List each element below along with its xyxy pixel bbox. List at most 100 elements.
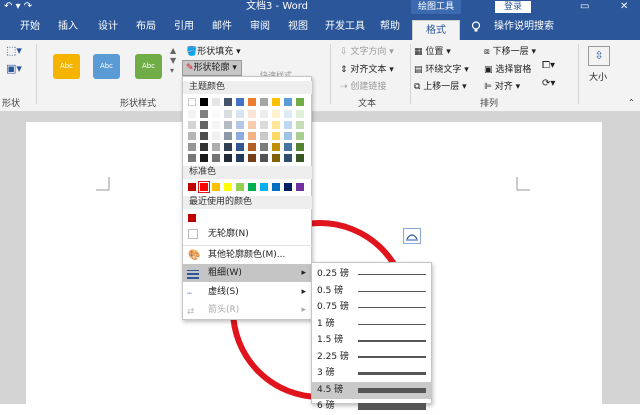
theme-color-swatch[interactable] [200, 143, 208, 151]
login-button[interactable]: 登录 [495, 1, 531, 13]
weight-option[interactable]: 1.5 磅 [312, 332, 432, 349]
shape-outline-button[interactable]: ✎形状轮廓 ▾ [182, 60, 242, 76]
wrap-text-button[interactable]: ▤ 环绕文字 ▾ [414, 62, 469, 75]
styles-scroll-icon[interactable]: ▲ ▼ ▾ [170, 46, 176, 76]
theme-color-swatch[interactable] [224, 121, 232, 129]
close-icon[interactable]: ✕ [620, 0, 628, 14]
tab-layout[interactable]: 布局 [130, 14, 162, 40]
theme-color-swatch[interactable] [296, 154, 304, 162]
weight-option[interactable]: 2.25 磅 [312, 349, 432, 366]
theme-color-swatch[interactable] [200, 132, 208, 140]
theme-color-swatch[interactable] [272, 143, 280, 151]
collapse-ribbon-icon[interactable]: ⌃ [628, 98, 635, 107]
standard-color-swatch[interactable] [198, 181, 210, 193]
standard-color-swatch[interactable] [248, 183, 256, 191]
arrows-item[interactable]: ⇄ 箭头(R) ▸ [183, 301, 312, 319]
tab-references[interactable]: 引用 [168, 14, 200, 40]
theme-color-swatch[interactable] [284, 154, 292, 162]
weight-option[interactable]: 1 磅 [312, 316, 432, 333]
quick-access-toolbar[interactable]: ↶ ▾ ↷ [4, 0, 32, 14]
theme-color-swatch[interactable] [248, 132, 256, 140]
weight-option[interactable]: 3 磅 [312, 365, 432, 382]
weight-option[interactable]: 4.5 磅 [312, 381, 432, 399]
textbox-icon[interactable]: ▣▾ [6, 62, 22, 75]
theme-color-swatch[interactable] [260, 132, 268, 140]
weight-option[interactable]: 6 磅 [312, 398, 432, 415]
theme-color-swatch[interactable] [248, 110, 256, 118]
group-icon[interactable]: ⧠▾ [542, 60, 555, 71]
theme-color-swatch[interactable] [296, 143, 304, 151]
tab-design[interactable]: 设计 [92, 14, 124, 40]
theme-color-swatch[interactable] [284, 132, 292, 140]
dashes-item[interactable]: ┅ 虚线(S) ▸ [183, 283, 312, 301]
theme-color-swatch[interactable] [200, 98, 208, 106]
tab-help[interactable]: 帮助 [374, 14, 406, 40]
size-button[interactable]: 大小 [589, 70, 607, 83]
theme-color-swatch[interactable] [236, 110, 244, 118]
standard-color-swatch[interactable] [188, 183, 196, 191]
tab-mailings[interactable]: 邮件 [206, 14, 238, 40]
theme-color-swatch[interactable] [188, 98, 196, 106]
tab-format[interactable]: 格式 [412, 20, 460, 40]
tab-home[interactable]: 开始 [14, 14, 46, 40]
theme-color-swatch[interactable] [296, 98, 304, 106]
theme-color-swatch[interactable] [188, 132, 196, 140]
theme-color-swatch[interactable] [272, 121, 280, 129]
more-colors-item[interactable]: 🎨 其他轮廓颜色(M)... [183, 245, 312, 263]
theme-color-swatch[interactable] [188, 143, 196, 151]
theme-color-swatch[interactable] [212, 132, 220, 140]
shape-style-blue[interactable]: Abc [93, 54, 120, 79]
shape-style-green[interactable]: Abc [135, 54, 162, 79]
theme-color-swatch[interactable] [248, 143, 256, 151]
theme-color-swatch[interactable] [200, 110, 208, 118]
weight-option[interactable]: 0.75 磅 [312, 299, 432, 316]
theme-color-swatch[interactable] [212, 98, 220, 106]
theme-color-swatch[interactable] [212, 121, 220, 129]
rotate-icon[interactable]: ⟳▾ [542, 78, 555, 89]
theme-color-swatch[interactable] [284, 121, 292, 129]
theme-color-swatch[interactable] [224, 98, 232, 106]
theme-color-swatch[interactable] [260, 110, 268, 118]
theme-color-swatch[interactable] [236, 154, 244, 162]
send-backward-button[interactable]: ⧈ 下移一层 ▾ [484, 44, 536, 57]
theme-color-swatch[interactable] [248, 121, 256, 129]
theme-color-swatch[interactable] [296, 132, 304, 140]
theme-color-swatch[interactable] [260, 143, 268, 151]
selection-pane-button[interactable]: ▣ 选择窗格 [484, 62, 531, 75]
edit-points-icon[interactable]: ⬚▾ [6, 44, 22, 57]
text-direction-button[interactable]: ⇩ 文字方向 ▾ [340, 44, 394, 57]
create-link-button[interactable]: ⇢ 创建链接 [340, 79, 386, 92]
theme-color-swatch[interactable] [212, 154, 220, 162]
theme-color-swatch[interactable] [260, 121, 268, 129]
standard-color-swatch[interactable] [296, 183, 304, 191]
theme-color-swatch[interactable] [212, 143, 220, 151]
theme-color-swatch[interactable] [272, 154, 280, 162]
theme-color-swatch[interactable] [188, 110, 196, 118]
bring-forward-button[interactable]: ⧉ 上移一层 ▾ [414, 79, 467, 92]
tab-review[interactable]: 审阅 [244, 14, 276, 40]
theme-color-swatch[interactable] [284, 98, 292, 106]
theme-color-swatch[interactable] [200, 154, 208, 162]
theme-color-swatch[interactable] [200, 121, 208, 129]
tab-insert[interactable]: 插入 [52, 14, 84, 40]
position-button[interactable]: ▦ 位置 ▾ [414, 44, 451, 57]
theme-color-swatch[interactable] [236, 143, 244, 151]
theme-color-swatch[interactable] [296, 110, 304, 118]
shape-fill-button[interactable]: 🪣形状填充 ▾ [186, 44, 241, 57]
theme-color-swatch[interactable] [236, 121, 244, 129]
weight-item[interactable]: 粗细(W) ▸ [183, 264, 312, 282]
theme-color-swatch[interactable] [188, 154, 196, 162]
standard-color-swatch[interactable] [236, 183, 244, 191]
align-text-button[interactable]: ⇕ 对齐文本 ▾ [340, 62, 394, 75]
theme-color-swatch[interactable] [272, 132, 280, 140]
theme-color-swatch[interactable] [248, 98, 256, 106]
theme-color-swatch[interactable] [272, 110, 280, 118]
theme-color-swatch[interactable] [272, 98, 280, 106]
standard-color-swatch[interactable] [224, 183, 232, 191]
theme-color-swatch[interactable] [260, 98, 268, 106]
standard-color-swatch[interactable] [272, 183, 280, 191]
restore-icon[interactable]: ▭ [580, 0, 589, 14]
recent-color-swatch[interactable] [188, 214, 196, 222]
theme-color-swatch[interactable] [284, 110, 292, 118]
theme-color-swatch[interactable] [224, 143, 232, 151]
